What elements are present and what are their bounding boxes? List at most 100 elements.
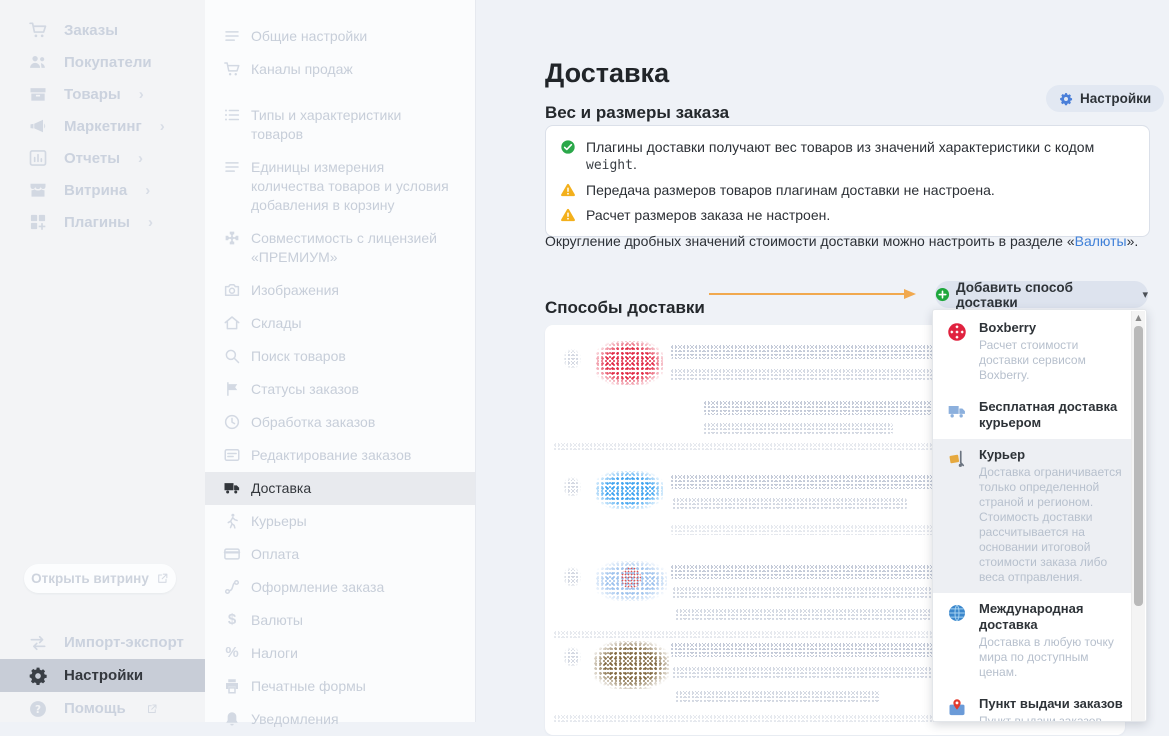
settings-item-product-types[interactable]: Типы и характеристики товаров xyxy=(205,99,475,151)
settings-item-product-search[interactable]: Поиск товаров xyxy=(205,340,475,373)
drag-handle-redacted[interactable] xyxy=(563,567,581,587)
sidebar-item-marketing[interactable]: Маркетинг › xyxy=(0,110,205,142)
settings-item-units[interactable]: Единицы измерения количества товаров и у… xyxy=(205,151,475,222)
sidebar-item-label: Импорт-экспорт xyxy=(64,634,184,651)
sidebar-item-plugins[interactable]: Плагины › xyxy=(0,206,205,238)
shipping-logo-redacted xyxy=(595,471,663,509)
settings-item-payment[interactable]: Оплата xyxy=(205,538,475,571)
warning-triangle-icon xyxy=(560,182,576,198)
settings-item-order-statuses[interactable]: Статусы заказов xyxy=(205,373,475,406)
camera-icon xyxy=(223,281,241,299)
list-icon xyxy=(223,106,241,124)
megaphone-icon xyxy=(28,116,48,136)
users-icon xyxy=(28,52,48,72)
dropdown-item-title: Бесплатная доставка курьером xyxy=(979,399,1124,431)
printer-icon xyxy=(223,677,241,695)
dropdown-item-title: Boxberry xyxy=(979,320,1124,336)
chevron-right-icon: › xyxy=(145,182,150,199)
notice-text: Плагины доставки получают вес товаров из… xyxy=(586,139,1135,174)
sidebar-item-customers[interactable]: Покупатели xyxy=(0,46,205,78)
settings-item-label: Оформление заказа xyxy=(251,579,384,595)
settings-item-label: Типы и характеристики товаров xyxy=(251,107,401,142)
chevron-right-icon: › xyxy=(139,86,144,103)
sidebar-item-label: Настройки xyxy=(64,667,143,684)
redacted-text xyxy=(672,498,907,510)
settings-item-label: Единицы измерения количества товаров и у… xyxy=(251,159,449,213)
sidebar-item-storefront[interactable]: Витрина › xyxy=(0,174,205,206)
gear-icon xyxy=(28,666,48,686)
dropdown-item-pickup-point[interactable]: Пункт выдачи заказов Пункт выдачи заказо… xyxy=(933,688,1132,722)
cart-icon xyxy=(223,60,241,78)
settings-item-shipping[interactable]: Доставка xyxy=(205,472,475,505)
settings-item-taxes[interactable]: % Налоги xyxy=(205,637,475,670)
settings-item-label: Склады xyxy=(251,315,302,331)
weight-settings-button[interactable]: Настройки xyxy=(1046,85,1164,112)
sidebar-item-label: Витрина xyxy=(64,182,127,199)
chevron-right-icon: › xyxy=(160,118,165,135)
boxberry-logo xyxy=(947,322,967,342)
scrollbar-thumb[interactable] xyxy=(1134,326,1143,606)
dropdown-item-boxberry[interactable]: Boxberry Расчет стоимости доставки серви… xyxy=(933,312,1132,391)
currencies-link[interactable]: Валюты xyxy=(1075,233,1127,249)
settings-item-currencies[interactable]: $ Валюты xyxy=(205,604,475,637)
settings-item-checkout[interactable]: Оформление заказа xyxy=(205,571,475,604)
sidebar-item-label: Отчеты xyxy=(64,150,120,167)
notice-row: Передача размеров товаров плагинам доста… xyxy=(560,182,1135,199)
sidebar-item-orders[interactable]: Заказы xyxy=(0,14,205,46)
sidebar-item-reports[interactable]: Отчеты › xyxy=(0,142,205,174)
external-link-icon xyxy=(156,572,169,585)
settings-item-order-editing[interactable]: Редактирование заказов xyxy=(205,439,475,472)
settings-item-order-processing[interactable]: Обработка заказов xyxy=(205,406,475,439)
notice-row: Плагины доставки получают вес товаров из… xyxy=(560,139,1135,174)
settings-item-license-compat[interactable]: Совместимость с лицензией «ПРЕМИУМ» xyxy=(205,222,475,274)
dropdown-item-free-courier[interactable]: Бесплатная доставка курьером xyxy=(933,391,1132,439)
sidebar-item-import-export[interactable]: Импорт-экспорт xyxy=(0,626,205,659)
settings-menu: Общие настройки Каналы продаж Типы и хар… xyxy=(205,0,476,722)
settings-item-label: Обработка заказов xyxy=(251,414,375,430)
percent-icon: % xyxy=(223,644,241,662)
add-shipping-method-button[interactable]: Добавить способ доставки ▾ xyxy=(935,281,1148,308)
settings-item-general[interactable]: Общие настройки xyxy=(205,20,475,53)
drag-handle-redacted[interactable] xyxy=(563,477,581,497)
sidebar-item-label: Заказы xyxy=(64,22,118,39)
sidebar-item-label: Товары xyxy=(64,86,121,103)
settings-item-label: Совместимость с лицензией «ПРЕМИУМ» xyxy=(251,230,437,265)
add-shipping-method-dropdown: Boxberry Расчет стоимости доставки серви… xyxy=(932,309,1147,722)
dropdown-scrollbar[interactable]: ▲ xyxy=(1131,311,1145,722)
weight-notices-box: Плагины доставки получают вес товаров из… xyxy=(545,125,1150,237)
chart-icon xyxy=(28,148,48,168)
puzzle-icon xyxy=(223,229,241,247)
settings-item-label: Изображения xyxy=(251,282,339,298)
scroll-up-icon[interactable]: ▲ xyxy=(1132,313,1145,322)
dropdown-item-courier[interactable]: Курьер Доставка ограничивается только оп… xyxy=(933,439,1132,593)
settings-item-couriers[interactable]: Курьеры xyxy=(205,505,475,538)
globe-icon xyxy=(947,603,967,623)
dropdown-item-desc: Расчет стоимости доставки сервисом Boxbe… xyxy=(979,338,1124,383)
settings-item-label: Валюты xyxy=(251,612,303,628)
help-icon: ? xyxy=(28,699,48,719)
hand-truck-icon xyxy=(947,449,967,469)
settings-item-label: Печатные формы xyxy=(251,678,366,694)
dropdown-item-international[interactable]: Международная доставка Доставка в любую … xyxy=(933,593,1132,688)
sidebar-item-settings[interactable]: Настройки xyxy=(0,659,205,692)
sidebar-item-label: Маркетинг xyxy=(64,118,142,135)
card-lines-icon xyxy=(223,446,241,464)
settings-item-notifications[interactable]: Уведомления xyxy=(205,703,475,736)
sidebar-item-label: Помощь xyxy=(64,700,126,717)
open-storefront-button[interactable]: Открыть витрину xyxy=(24,564,176,593)
storefront-icon xyxy=(28,180,48,200)
settings-item-sales-channels[interactable]: Каналы продаж xyxy=(205,53,475,86)
weight-code: weight xyxy=(586,158,633,173)
main-sidebar: Заказы Покупатели Товары › Маркетинг › О… xyxy=(0,0,205,722)
add-shipping-method-label: Добавить способ доставки xyxy=(956,280,1134,310)
drag-handle-redacted[interactable] xyxy=(563,349,581,369)
settings-item-images[interactable]: Изображения xyxy=(205,274,475,307)
sidebar-item-help[interactable]: ? Помощь xyxy=(0,692,205,725)
drag-handle-redacted[interactable] xyxy=(563,647,581,667)
sidebar-item-products[interactable]: Товары › xyxy=(0,78,205,110)
settings-item-print-forms[interactable]: Печатные формы xyxy=(205,670,475,703)
settings-item-label: Оплата xyxy=(251,546,299,562)
weight-section-title: Вес и размеры заказа xyxy=(545,103,729,123)
settings-item-warehouses[interactable]: Склады xyxy=(205,307,475,340)
settings-item-label: Налоги xyxy=(251,645,298,661)
